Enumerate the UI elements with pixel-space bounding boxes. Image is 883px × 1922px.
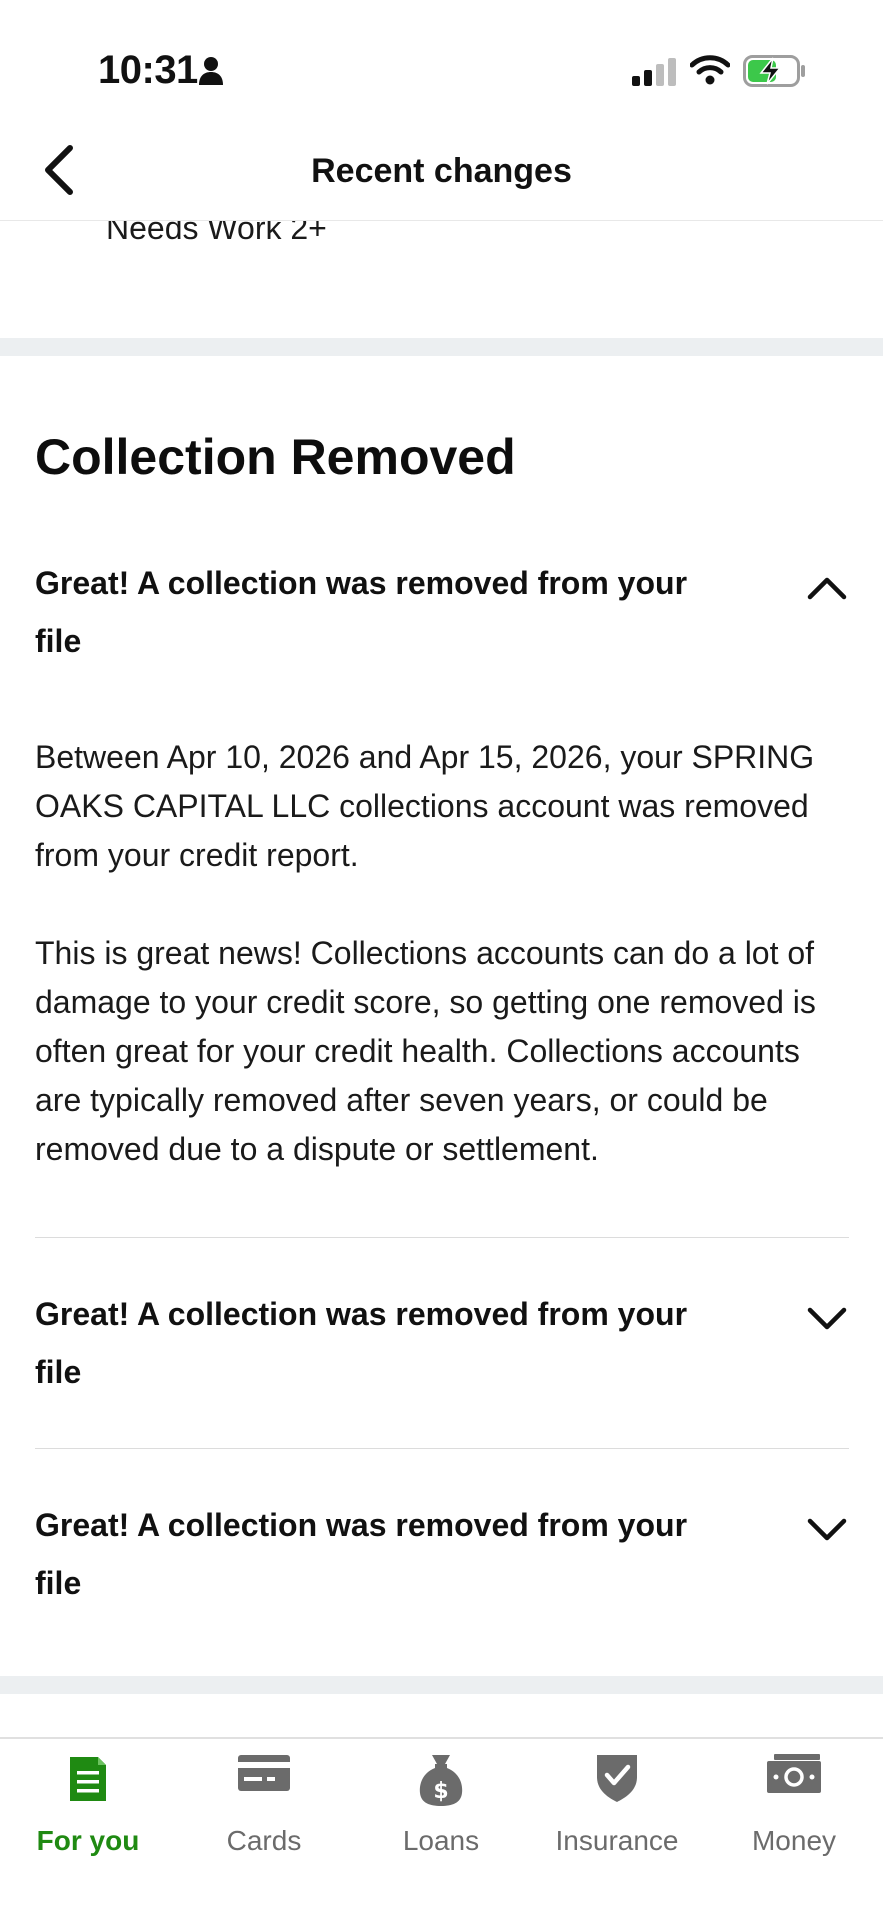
chevron-down-icon (805, 1508, 849, 1552)
tab-label: Money (751, 1825, 837, 1856)
accordion-header[interactable]: Great! A collection was removed from you… (35, 1285, 849, 1401)
body-paragraph: Between Apr 10, 2026 and Apr 15, 2026, y… (35, 739, 815, 873)
tab-for-you[interactable]: For you (0, 1739, 176, 1869)
accordion-separator (35, 1448, 849, 1449)
accordion-title: Great! A collection was removed from you… (35, 565, 688, 659)
wifi-icon (689, 55, 731, 90)
section-divider (0, 338, 883, 356)
cellular-signal-icon (632, 58, 676, 91)
svg-text:$: $ (433, 1779, 448, 1804)
chevron-down-icon (805, 1297, 849, 1341)
accordion-body: Between Apr 10, 2026 and Apr 15, 2026, y… (35, 733, 849, 1174)
money-bag-icon: $ (418, 1753, 464, 1812)
bottom-tab-bar: For you Cards $ Loans Insurance Money (0, 1737, 883, 1922)
body-paragraph: This is great news! Collections accounts… (35, 935, 816, 1167)
battery-charging-icon (743, 55, 807, 92)
tab-label: Cards (226, 1825, 302, 1856)
tab-loans[interactable]: $ Loans (353, 1739, 529, 1869)
tab-insurance[interactable]: Insurance (529, 1739, 705, 1869)
document-icon (68, 1753, 108, 1808)
accordion-separator (35, 1237, 849, 1238)
shield-check-icon (595, 1753, 639, 1808)
person-icon (198, 56, 224, 91)
page-title: Recent changes (311, 152, 572, 190)
banknote-icon (766, 1753, 822, 1800)
tab-cards[interactable]: Cards (176, 1739, 352, 1869)
tab-label: Insurance (555, 1825, 679, 1856)
accordion-title: Great! A collection was removed from you… (35, 1296, 688, 1390)
accordion-header[interactable]: Great! A collection was removed from you… (35, 1496, 849, 1612)
section-title: Collection Removed (35, 429, 516, 485)
tab-label: For you (36, 1825, 140, 1856)
tab-money[interactable]: Money (706, 1739, 882, 1869)
status-time: 10:31 (98, 48, 198, 92)
status-bar: 10:31 (0, 0, 883, 120)
accordion-title: Great! A collection was removed from you… (35, 1507, 688, 1601)
chevron-up-icon (805, 566, 849, 610)
accordion-header[interactable]: Great! A collection was removed from you… (35, 554, 849, 670)
tab-label: Loans (402, 1825, 480, 1856)
section-divider (0, 1676, 883, 1694)
credit-card-icon (237, 1753, 291, 1798)
top-nav-bar: Recent changes (0, 120, 883, 221)
